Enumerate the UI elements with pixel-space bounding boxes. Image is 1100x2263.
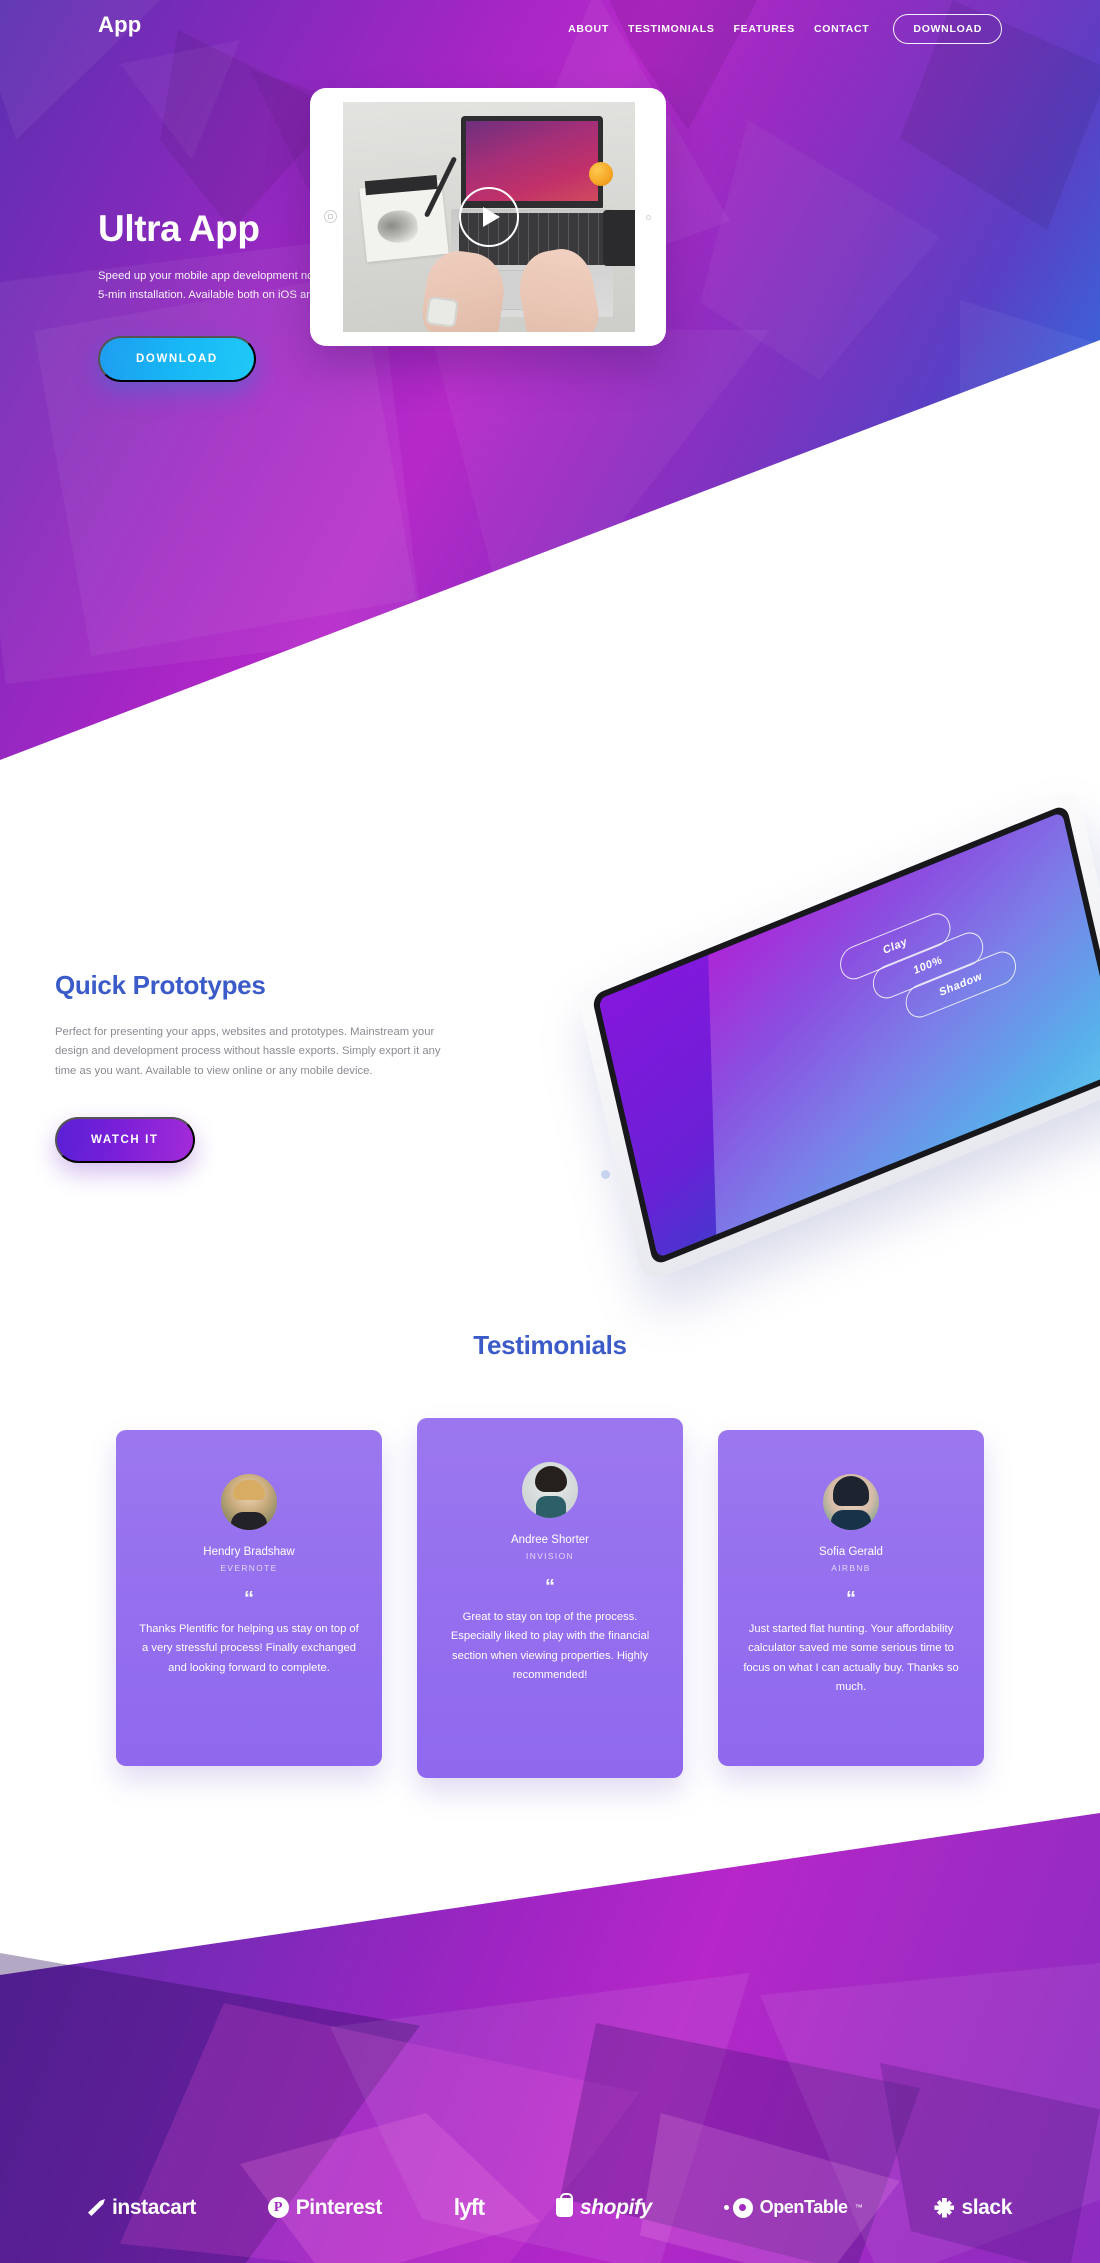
testimonial-card[interactable]: Sofia Gerald AIRBNB “ Just started flat … [718,1430,984,1766]
logo-label: OpenTable [759,2197,848,2217]
testimonial-card[interactable]: Hendry Bradshaw EVERNOTE “ Thanks Plenti… [116,1430,382,1766]
tablet-video-mockup [310,88,666,346]
shopping-bag-icon [555,2193,573,2217]
testimonial-carousel: Hendry Bradshaw EVERNOTE “ Thanks Plenti… [116,1418,984,1808]
testimonial-name: Andree Shorter [511,1534,589,1546]
testimonial-name: Hendry Bradshaw [203,1546,295,1558]
slack-icon [934,2197,955,2218]
nav-links: ABOUT TESTIMONIALS FEATURES CONTACT DOWN… [568,14,1002,44]
tablet-screen: Clay 100% Shadow [598,812,1100,1258]
opentable-icon [723,2197,753,2218]
logo-shopify[interactable]: shopify [555,2193,652,2220]
tablet-home-button-icon [324,210,337,223]
logo-slack[interactable]: slack [934,2196,1012,2220]
partner-logos: instacart P Pinterest lyft shopify OpenT… [0,2193,1100,2221]
testimonial-text: Great to stay on top of the process. Esp… [450,1611,650,1681]
logo-pinterest[interactable]: P Pinterest [267,2195,383,2220]
testimonial-name: Sofia Gerald [819,1546,883,1558]
avatar [522,1462,578,1518]
prototypes-text: Perfect for presenting your apps, websit… [55,1026,441,1077]
quote-mark-icon: “ [846,1588,856,1610]
nav-link-contact[interactable]: CONTACT [814,23,869,35]
logo-label: Pinterest [295,2195,383,2219]
quote-mark-icon: “ [545,1576,555,1598]
tablet-illustration: Clay 100% Shadow [545,785,1100,1285]
testimonial-text: Just started flat hunting. Your affordab… [743,1623,959,1693]
orange-fruit [589,162,613,186]
footer-section: instacart P Pinterest lyft shopify OpenT… [0,1813,1100,2263]
testimonial-company: INVISION [526,1551,574,1561]
brand-logo[interactable]: App [98,12,141,38]
testimonial-company: AIRBNB [831,1563,871,1573]
logo-label: shopify [579,2195,652,2219]
wristwatch [425,296,459,328]
testimonials-section: Testimonials Hendry Bradshaw EVERNOTE “ … [0,1300,1100,1900]
logo-label: instacart [112,2195,196,2219]
avatar [823,1474,879,1530]
trademark-mark: ™ [854,2203,863,2212]
watch-it-button[interactable]: WATCH IT [55,1117,195,1164]
logo-lyft[interactable]: lyft [454,2194,485,2221]
nav-link-about[interactable]: ABOUT [568,23,609,35]
landing-page: App ABOUT TESTIMONIALS FEATURES CONTACT … [0,0,1100,2263]
quick-prototypes-section: Quick Prototypes Perfect for presenting … [0,785,1100,1285]
avatar [221,1474,277,1530]
play-icon[interactable] [459,187,519,247]
main-navigation: App ABOUT TESTIMONIALS FEATURES CONTACT … [0,0,1100,62]
logo-label: lyft [453,2194,485,2220]
logo-label: slack [961,2195,1012,2219]
phone-device [603,210,635,266]
prototypes-copy: Quick Prototypes Perfect for presenting … [55,970,455,1164]
nav-link-testimonials[interactable]: TESTIMONIALS [628,23,715,35]
logo-instacart[interactable]: instacart [88,2196,196,2220]
decorative-dot [601,1170,610,1179]
nav-download-button[interactable]: DOWNLOAD [893,14,1002,44]
testimonial-card[interactable]: Andree Shorter INVISION “ Great to stay … [417,1418,683,1778]
pinterest-icon: P [267,2197,289,2218]
tablet-camera-icon [646,214,651,220]
carrot-icon [88,2199,105,2216]
hero-download-button[interactable]: DOWNLOAD [98,336,256,383]
nav-link-features[interactable]: FEATURES [734,23,795,35]
shell-drawing [375,208,420,245]
logo-opentable[interactable]: OpenTable ™ [723,2197,863,2218]
video-thumbnail[interactable] [343,102,635,332]
testimonials-title: Testimonials [473,1330,627,1360]
prototypes-title: Quick Prototypes [55,970,266,1000]
tablet-bezel: Clay 100% Shadow [591,803,1100,1267]
hero-section: App ABOUT TESTIMONIALS FEATURES CONTACT … [0,0,1100,760]
testimonial-text: Thanks Plentific for helping us stay on … [139,1623,359,1674]
testimonial-company: EVERNOTE [220,1563,278,1573]
quote-mark-icon: “ [244,1588,254,1610]
